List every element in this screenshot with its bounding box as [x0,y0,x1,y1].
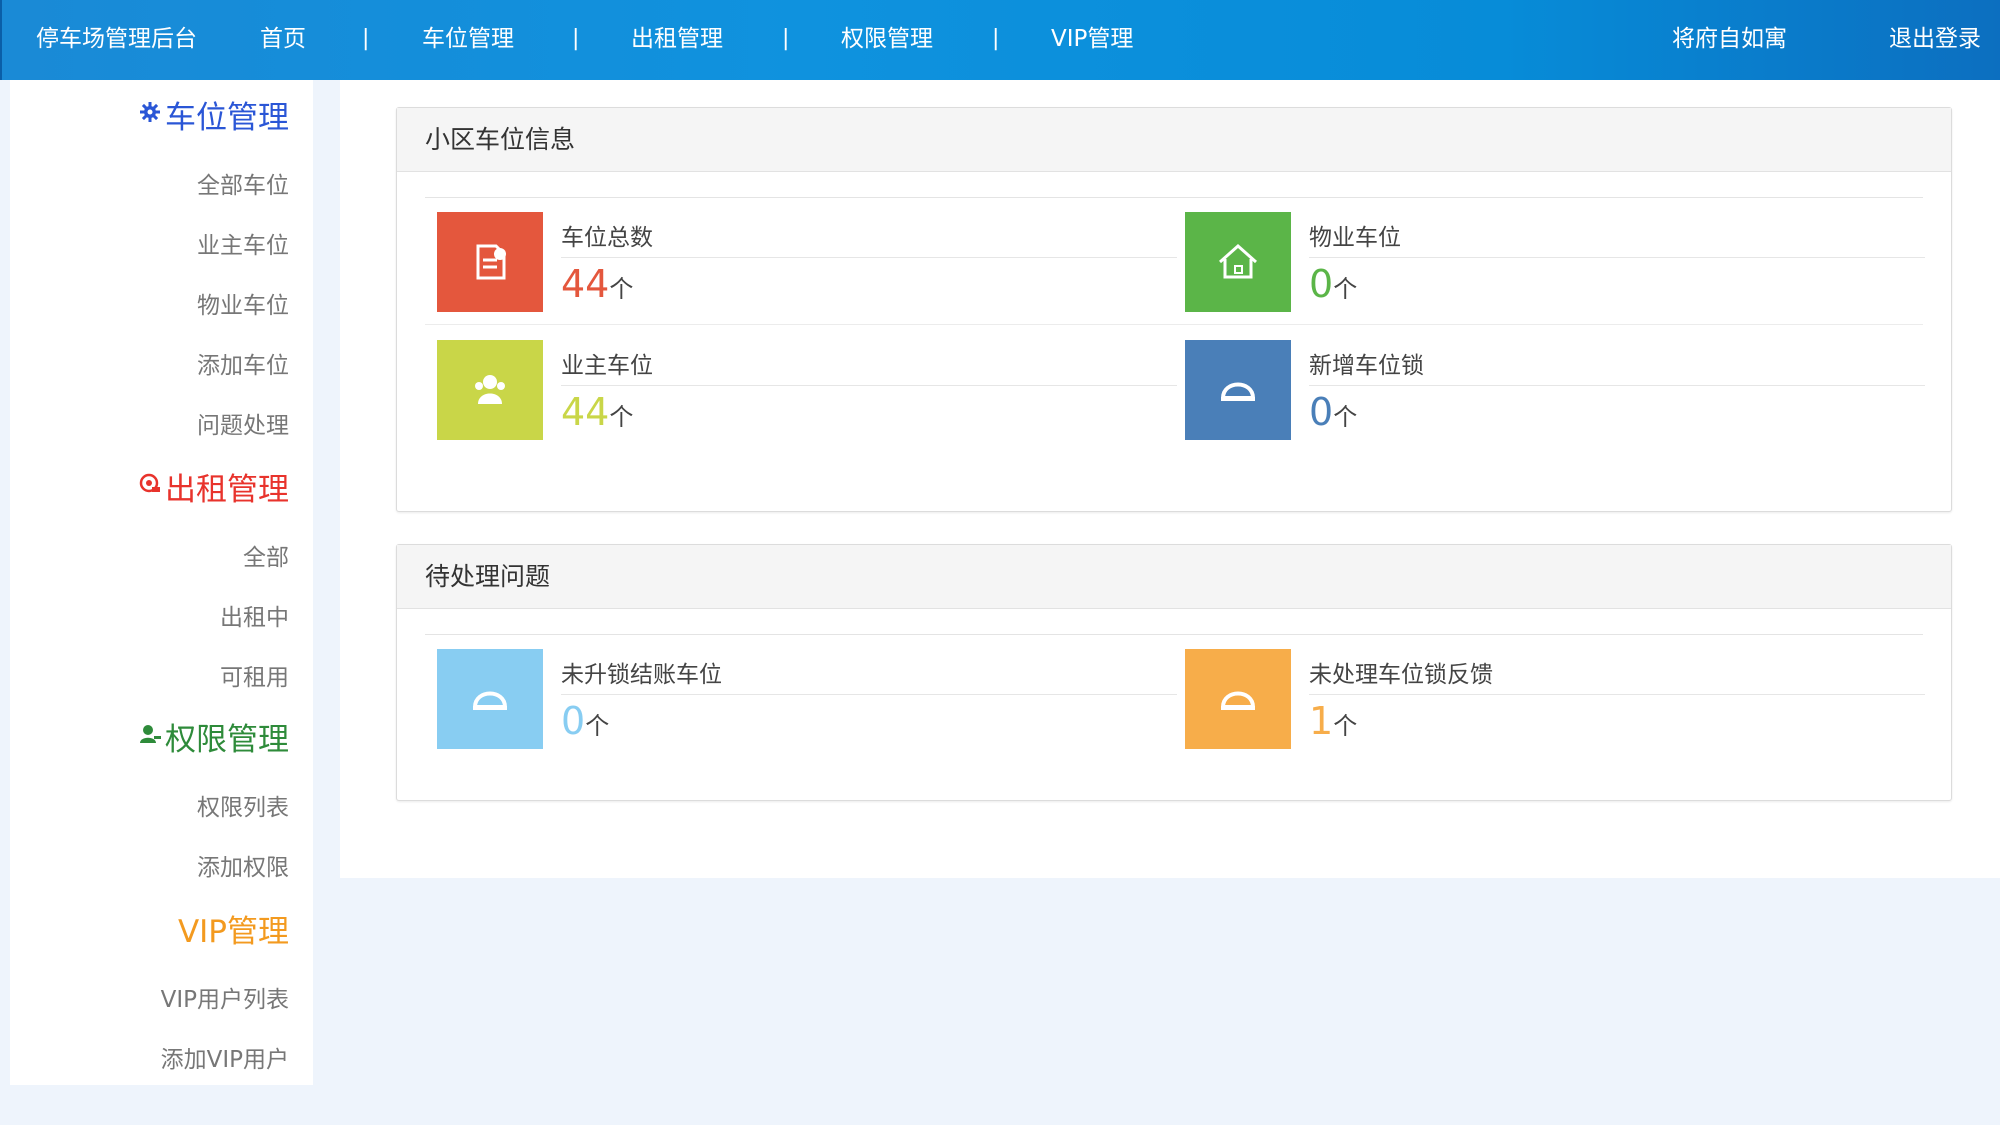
stat-label: 新增车位锁 [1309,353,1424,379]
stat-unit: 个 [609,275,634,303]
stat-value: 44个 [561,262,634,306]
sidebar-item-available[interactable]: 可租用 [220,658,289,692]
user-name[interactable]: 将府自如寓 [1672,0,1787,80]
divider [1309,694,1925,695]
stat-unit: 个 [1333,712,1358,740]
lock-icon [1185,340,1291,440]
nav-vip[interactable]: VIP管理 [1051,0,1133,80]
divider [1309,257,1925,258]
sidebar-item-all[interactable]: 全部 [243,538,289,572]
stat-unit: 个 [1333,403,1358,431]
stat-owner-spaces[interactable]: 业主车位 44个 [437,340,1177,450]
panel-parking-info: 小区车位信息 车位总数 44个 物业车位 0个 业主车位 44个 新增车位锁 0… [396,107,1952,512]
lock-icon [437,649,543,749]
sidebar-item-property-spaces[interactable]: 物业车位 [197,286,289,320]
stat-property-spaces[interactable]: 物业车位 0个 [1185,212,1925,322]
sidebar-group-vip[interactable]: VIP管理 [178,906,289,951]
panel-pending-issues: 待处理问题 未升锁结账车位 0个 未处理车位锁反馈 1个 [396,544,1952,801]
sidebar-item-add-space[interactable]: 添加车位 [197,346,289,380]
divider [425,634,1923,635]
stat-label: 未升锁结账车位 [561,662,722,688]
stat-label: 业主车位 [561,353,653,379]
sidebar-group-rental[interactable]: 出租管理 [139,464,289,509]
sidebar-item-permission-list[interactable]: 权限列表 [197,788,289,822]
logout-link[interactable]: 退出登录 [1889,0,1981,80]
nav-separator: | [572,26,580,51]
nav-home[interactable]: 首页 [260,0,306,80]
sidebar-item-vip-list[interactable]: VIP用户列表 [161,980,289,1014]
stat-lock-feedback[interactable]: 未处理车位锁反馈 1个 [1185,649,1925,759]
panel-title: 待处理问题 [397,545,1951,609]
divider [561,257,1177,258]
sidebar-group-title: 权限管理 [165,722,289,758]
stat-value: 0个 [1309,262,1358,306]
divider [425,324,1923,325]
camera-icon [139,473,161,501]
stat-unit: 个 [585,712,610,740]
main-content: 小区车位信息 车位总数 44个 物业车位 0个 业主车位 44个 新增车位锁 0… [340,80,2000,878]
stat-unit: 个 [1333,275,1358,303]
stat-value: 1个 [1309,699,1358,743]
sidebar-item-issues[interactable]: 问题处理 [197,406,289,440]
stat-unlocked-checkout[interactable]: 未升锁结账车位 0个 [437,649,1177,759]
nav-separator: | [362,26,370,51]
sidebar: 车位管理 全部车位 业主车位 物业车位 添加车位 问题处理 出租管理 全部 出租… [10,80,313,1085]
stat-label: 车位总数 [561,225,653,251]
group-icon [437,340,543,440]
stat-value: 44个 [561,390,634,434]
divider [1309,385,1925,386]
document-icon [437,212,543,312]
sidebar-item-add-permission[interactable]: 添加权限 [197,848,289,882]
stat-total-spaces[interactable]: 车位总数 44个 [437,212,1177,322]
panel-title: 小区车位信息 [397,108,1951,172]
stat-label: 未处理车位锁反馈 [1309,662,1493,688]
lock-icon [1185,649,1291,749]
stat-label: 物业车位 [1309,225,1401,251]
sidebar-item-all-spaces[interactable]: 全部车位 [197,166,289,200]
nav-rental[interactable]: 出租管理 [631,0,723,80]
nav-permissions[interactable]: 权限管理 [841,0,933,80]
sidebar-group-title: 出租管理 [165,472,289,508]
stat-value: 0个 [561,699,610,743]
top-navbar: 停车场管理后台 首页 | 车位管理 | 出租管理 | 权限管理 | VIP管理 … [0,0,2000,80]
nav-separator: | [782,26,790,51]
sidebar-item-owner-spaces[interactable]: 业主车位 [197,226,289,260]
gear-icon [139,101,161,129]
divider [425,197,1923,198]
user-icon [139,723,161,751]
nav-parking[interactable]: 车位管理 [422,0,514,80]
sidebar-item-add-vip[interactable]: 添加VIP用户 [161,1040,289,1074]
nav-separator: | [992,26,1000,51]
sidebar-group-permissions[interactable]: 权限管理 [139,714,289,759]
sidebar-item-rented[interactable]: 出租中 [220,598,289,632]
house-icon [1185,212,1291,312]
stat-unit: 个 [609,403,634,431]
stat-new-locks[interactable]: 新增车位锁 0个 [1185,340,1925,450]
divider [561,385,1177,386]
sidebar-group-title: 车位管理 [165,100,289,136]
stat-value: 0个 [1309,390,1358,434]
divider [561,694,1177,695]
app-title[interactable]: 停车场管理后台 [36,0,197,80]
sidebar-group-parking[interactable]: 车位管理 [139,92,289,137]
sidebar-group-title: VIP管理 [177,914,289,950]
